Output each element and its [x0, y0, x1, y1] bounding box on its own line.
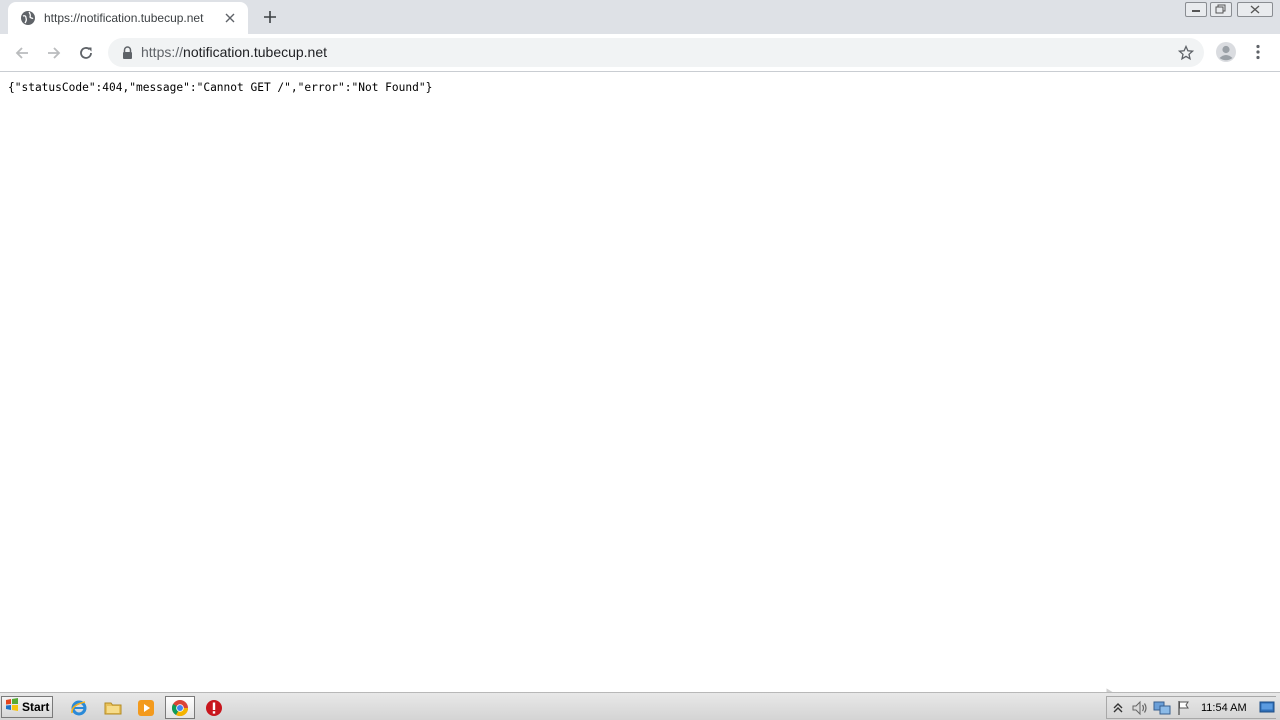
action-center-flag-icon[interactable] — [1173, 698, 1195, 718]
page-content: {"statusCode":404,"message":"Cannot GET … — [0, 73, 1280, 720]
lock-icon[interactable] — [120, 45, 134, 60]
address-bar[interactable]: https://notification.tubecup.net — [108, 38, 1204, 67]
url-host: notification.tubecup.net — [183, 44, 328, 60]
url-scheme: https:// — [141, 44, 184, 60]
json-response-text: {"statusCode":404,"message":"Cannot GET … — [8, 81, 433, 94]
close-icon[interactable] — [222, 10, 238, 26]
minimize-button[interactable] — [1184, 0, 1208, 18]
arrow-right-icon[interactable] — [41, 40, 67, 66]
browser-tab[interactable]: https://notification.tubecup.net — [8, 2, 248, 34]
chrome-icon[interactable] — [165, 696, 195, 719]
reload-icon[interactable] — [73, 40, 99, 66]
folder-icon[interactable] — [100, 697, 126, 719]
volume-icon[interactable] — [1129, 698, 1151, 718]
system-tray: 11:54 AM — [1106, 696, 1276, 719]
arrow-left-icon[interactable] — [9, 40, 35, 66]
show-hidden-icons-icon[interactable] — [1107, 698, 1129, 718]
start-label: Start — [22, 700, 50, 714]
kebab-menu-icon[interactable] — [1248, 40, 1268, 64]
network-icon[interactable] — [1151, 698, 1173, 718]
url-text: https://notification.tubecup.net — [141, 38, 327, 67]
windows-logo-icon — [5, 697, 19, 717]
restore-button[interactable] — [1209, 0, 1233, 18]
stop-icon[interactable] — [201, 697, 227, 719]
browser-toolbar: https://notification.tubecup.net — [0, 34, 1280, 72]
window-close-button[interactable] — [1236, 0, 1274, 18]
tab-strip: https://notification.tubecup.net — [0, 0, 1280, 34]
taskbar: Start 11:54 AM — [0, 692, 1280, 720]
start-button[interactable]: Start — [1, 696, 53, 718]
clock[interactable]: 11:54 AM — [1201, 702, 1247, 714]
globe-icon — [20, 10, 36, 26]
media-player-icon[interactable] — [133, 697, 159, 719]
internet-explorer-icon[interactable] — [66, 697, 92, 719]
avatar-icon[interactable] — [1214, 40, 1238, 64]
star-icon[interactable] — [1176, 43, 1196, 63]
tab-title: https://notification.tubecup.net — [44, 11, 204, 25]
plus-icon[interactable] — [258, 6, 282, 28]
show-desktop-icon[interactable] — [1258, 698, 1276, 716]
